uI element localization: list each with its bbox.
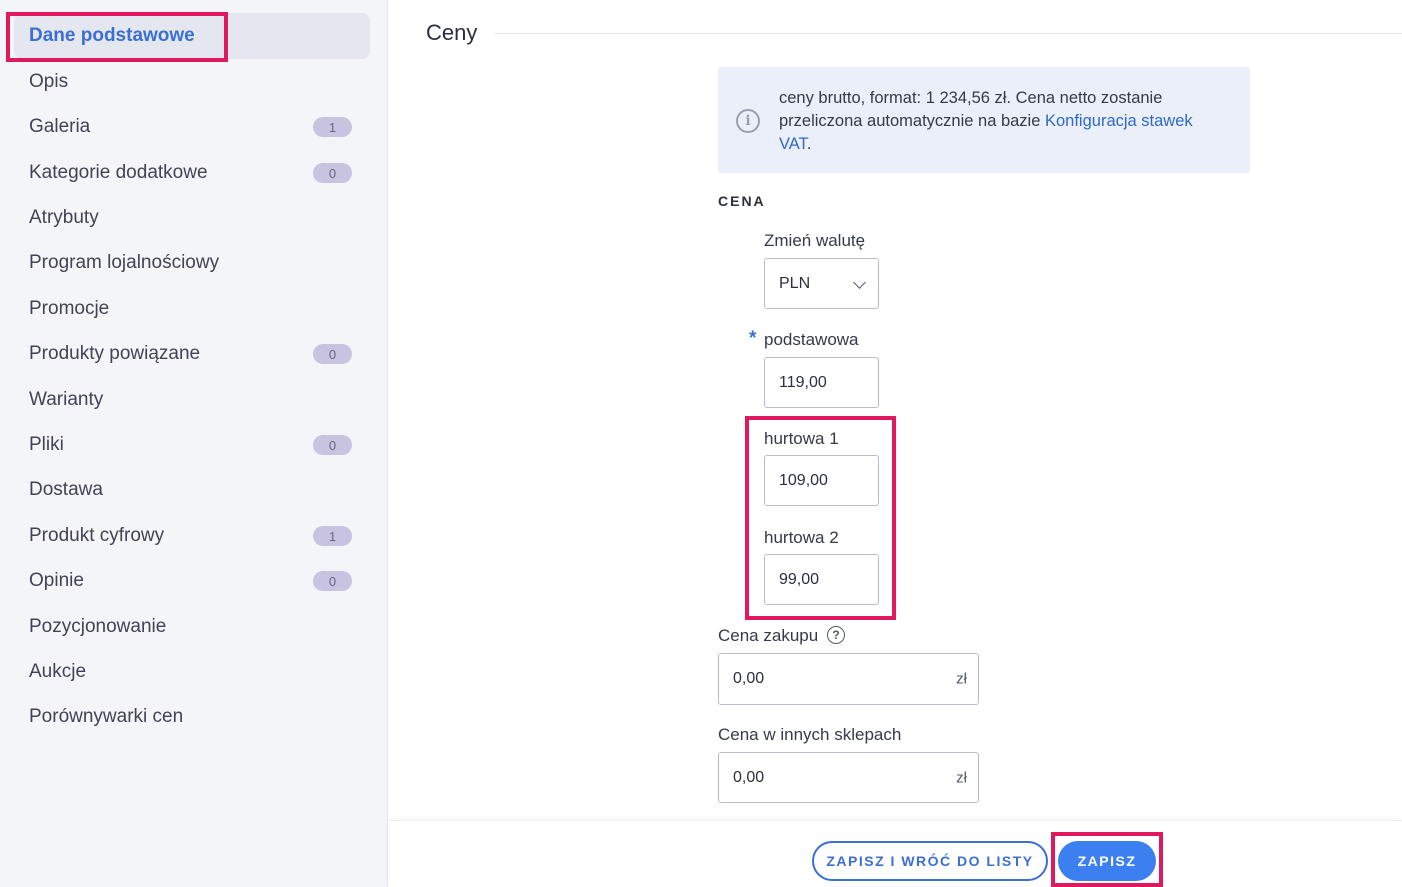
currency-select[interactable]: PLN xyxy=(764,258,879,309)
sidebar-item-program-lojalnosciowy[interactable]: Program lojalnościowy xyxy=(14,240,370,286)
sidebar-item-warianty[interactable]: Warianty xyxy=(14,377,370,423)
cena-zakupu-input[interactable]: 0,00 zł xyxy=(718,653,979,705)
divider xyxy=(495,33,1402,34)
sidebar-item-dane-podstawowe[interactable]: Dane podstawowe xyxy=(14,13,370,59)
hurtowa1-label: hurtowa 1 xyxy=(764,429,839,448)
count-badge: 0 xyxy=(313,435,352,455)
sidebar-item-kategorie-dodatkowe[interactable]: Kategorie dodatkowe 0 xyxy=(14,150,370,196)
sidebar-item-label: Warianty xyxy=(29,389,104,410)
count-badge: 1 xyxy=(313,526,352,546)
sidebar-item-label: Galeria xyxy=(29,116,91,137)
info-box: i ceny brutto, format: 1 234,56 zł. Cena… xyxy=(718,67,1250,173)
sidebar-item-pliki[interactable]: Pliki 0 xyxy=(14,422,370,468)
chevron-down-icon xyxy=(853,276,866,289)
currency-value: PLN xyxy=(779,274,811,292)
currency-label: Zmień walutę xyxy=(764,231,866,250)
info-text: . xyxy=(806,135,812,153)
sidebar-item-label: Produkt cyfrowy xyxy=(29,525,165,546)
sidebar-item-label: Atrybuty xyxy=(29,207,99,228)
main-content: Ceny i ceny brutto, format: 1 234,56 zł.… xyxy=(389,0,1402,887)
sidebar-item-label: Kategorie dodatkowe xyxy=(29,162,208,183)
sidebar-item-label: Program lojalnościowy xyxy=(29,252,220,273)
save-button[interactable]: ZAPISZ xyxy=(1058,841,1156,881)
count-badge: 0 xyxy=(313,344,352,364)
cena-heading: CENA xyxy=(718,193,766,209)
sidebar-item-opis[interactable]: Opis xyxy=(14,59,370,105)
input-value: 0,00 xyxy=(733,670,765,687)
count-badge: 0 xyxy=(313,571,352,591)
required-asterisk: * xyxy=(749,328,757,349)
help-icon[interactable]: ? xyxy=(827,626,845,644)
hurtowa1-price-input[interactable]: 109,00 xyxy=(764,455,879,506)
count-badge: 1 xyxy=(313,117,352,137)
input-value: 119,00 xyxy=(779,373,827,391)
sidebar-item-label: Pozycjonowanie xyxy=(29,616,167,637)
info-text: przeliczona automatycznie na bazie xyxy=(779,112,1045,130)
sidebar-item-label: Opinie xyxy=(29,570,84,591)
currency-unit: zł xyxy=(956,670,967,688)
info-icon: i xyxy=(736,109,760,133)
count-badge: 0 xyxy=(313,163,352,183)
cena-inne-input[interactable]: 0,00 zł xyxy=(718,752,979,803)
sidebar-item-opinie[interactable]: Opinie 0 xyxy=(14,558,370,604)
sidebar-item-produkt-cyfrowy[interactable]: Produkt cyfrowy 1 xyxy=(14,513,370,559)
sidebar-item-label: Promocje xyxy=(29,298,110,319)
info-text: ceny brutto, format: 1 234,56 zł. Cena n… xyxy=(779,89,1163,107)
sidebar-item-label: Dane podstawowe xyxy=(29,25,195,46)
sidebar-item-galeria[interactable]: Galeria 1 xyxy=(14,104,370,150)
section-title: Ceny xyxy=(426,20,478,45)
sidebar-item-label: Opis xyxy=(29,71,69,92)
currency-unit: zł xyxy=(956,769,967,786)
podstawowa-label: podstawowa xyxy=(764,330,859,349)
input-value: 99,00 xyxy=(779,570,820,588)
link-text: Konfiguracja stawek xyxy=(1044,112,1193,130)
input-value: 109,00 xyxy=(779,471,828,489)
footer-bar: ZAPISZ I WRÓĆ DO LISTY ZAPISZ xyxy=(389,820,1402,887)
sidebar-item-produkty-powiazane[interactable]: Produkty powiązane 0 xyxy=(14,331,370,377)
hurtowa2-label: hurtowa 2 xyxy=(764,528,839,547)
input-value: 0,00 xyxy=(733,768,765,786)
sidebar-item-label: Dostawa xyxy=(29,479,103,500)
sidebar-item-dostawa[interactable]: Dostawa xyxy=(14,467,370,513)
sidebar-item-atrybuty[interactable]: Atrybuty xyxy=(14,195,370,241)
cena-inne-label: Cena w innych sklepach xyxy=(718,725,902,744)
save-and-back-button[interactable]: ZAPISZ I WRÓĆ DO LISTY xyxy=(812,841,1048,881)
sidebar-item-label: Produkty powiązane xyxy=(29,343,201,364)
sidebar-item-promocje[interactable]: Promocje xyxy=(14,286,370,332)
cena-zakupu-label: Cena zakupu xyxy=(718,626,819,645)
link-text: VAT xyxy=(779,135,807,153)
sidebar-item-aukcje[interactable]: Aukcje xyxy=(14,649,370,695)
sidebar-item-porownywarki-cen[interactable]: Porównywarki cen xyxy=(14,694,370,740)
podstawowa-price-input[interactable]: 119,00 xyxy=(764,357,879,408)
sidebar: Dane podstawowe Opis Galeria 1 Kategorie … xyxy=(0,0,388,887)
sidebar-item-label: Pliki xyxy=(29,434,64,455)
sidebar-item-label: Porównywarki cen xyxy=(29,706,184,727)
hurtowa2-price-input[interactable]: 99,00 xyxy=(764,554,879,605)
sidebar-item-label: Aukcje xyxy=(29,661,87,682)
sidebar-item-pozycjonowanie[interactable]: Pozycjonowanie xyxy=(14,604,370,650)
